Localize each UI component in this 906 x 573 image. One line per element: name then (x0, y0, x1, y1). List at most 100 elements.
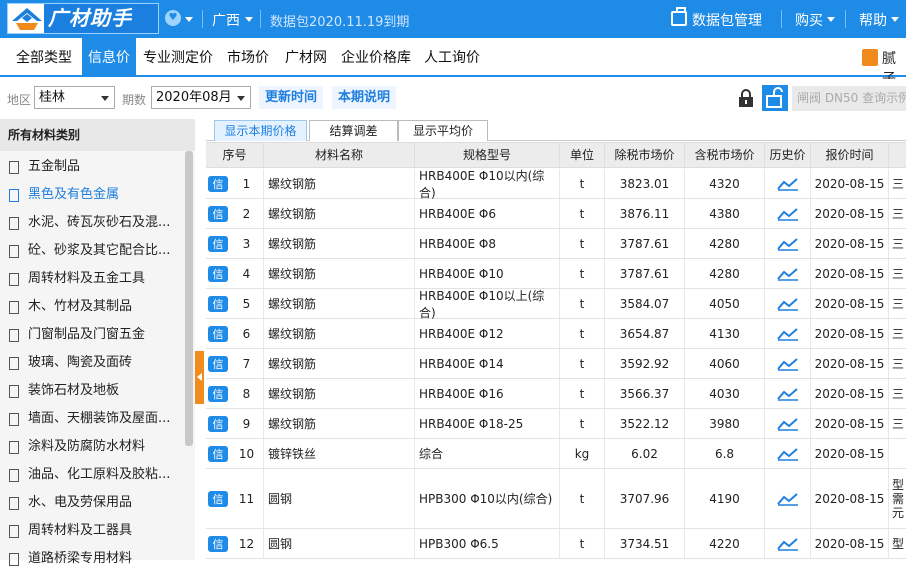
table-row[interactable]: 信 4 螺纹钢筋 HRB400E Φ10 t 3787.61 4280 2020-08-15 三 (206, 259, 906, 289)
sidebar-category-item[interactable]: 墙面、天棚装饰及屋面... (0, 405, 184, 433)
info-badge[interactable]: 信 (208, 235, 228, 252)
info-badge[interactable]: 信 (208, 175, 228, 192)
help-menu[interactable]: 帮助 (859, 10, 887, 30)
unlock-button[interactable] (762, 85, 788, 111)
history-price-button[interactable] (765, 379, 811, 408)
history-price-button[interactable] (765, 349, 811, 378)
period-value: 2020年08月 (156, 90, 232, 105)
info-badge[interactable]: 信 (208, 385, 228, 402)
region-selector[interactable]: 广西 (212, 10, 240, 30)
history-price-button[interactable] (765, 529, 811, 558)
info-badge[interactable]: 信 (208, 535, 228, 552)
buy-chevron-down-icon[interactable] (827, 17, 835, 22)
info-badge[interactable]: 信 (208, 490, 228, 507)
area-label: 地区 (7, 93, 32, 107)
table-row[interactable]: 信 3 螺纹钢筋 HRB400E Φ8 t 3787.61 4280 2020-08-15 三 (206, 229, 906, 259)
sidebar-scrollbar[interactable] (185, 151, 193, 446)
package-management-button[interactable]: 数据包管理 (692, 10, 762, 30)
help-chevron-down-icon[interactable] (891, 17, 899, 22)
history-price-button[interactable] (765, 289, 811, 318)
cell-unit: t (560, 379, 605, 408)
sidebar-category-item[interactable]: 周转材料及工器具 (0, 517, 184, 545)
search-input[interactable]: 闸阀 DN50 查询示例 (792, 86, 906, 111)
briefcase-icon[interactable] (671, 7, 687, 26)
cell-pre-tax-price: 3522.12 (605, 409, 685, 438)
history-price-button[interactable] (765, 229, 811, 258)
sidebar-category-item[interactable]: 门窗制品及门窗五金 (0, 321, 184, 349)
history-price-button[interactable] (765, 169, 811, 198)
tab-average-price[interactable]: 显示平均价 (398, 120, 488, 141)
cell-no: 3 (230, 229, 264, 258)
history-price-button[interactable] (765, 199, 811, 228)
col-history[interactable]: 历史价 (765, 143, 811, 167)
col-name[interactable]: 材料名称 (264, 143, 415, 167)
table-row[interactable]: 信 7 螺纹钢筋 HRB400E Φ14 t 3592.92 4060 2020-08-15 三 (206, 349, 906, 379)
col-no[interactable]: 序号 (206, 143, 264, 167)
table-row[interactable]: 信 11 圆钢 HPB300 Φ10以内(综合) t 3707.96 4190 2020-08… (206, 469, 906, 529)
table-row[interactable]: 信 9 螺纹钢筋 HRB400E Φ18-25 t 3522.12 3980 2020-08-… (206, 409, 906, 439)
history-price-button[interactable] (765, 319, 811, 348)
table-row[interactable]: 信 2 螺纹钢筋 HRB400E Φ6 t 3876.11 4380 2020-08-15 三 (206, 199, 906, 229)
sidebar-category-item[interactable]: 水、电及劳保用品 (0, 489, 184, 517)
nav-manual-inquiry[interactable]: 人工询价 (419, 38, 485, 77)
tab-settlement-adjust[interactable]: 结算调差 (309, 120, 398, 141)
trend-chart-icon (776, 177, 798, 191)
table-row[interactable]: 信 8 螺纹钢筋 HRB400E Φ16 t 3566.37 4030 2020-08-15 三 (206, 379, 906, 409)
region-chevron-down-icon[interactable] (245, 17, 253, 22)
nav-market-price[interactable]: 市场价 (222, 38, 274, 77)
nav-professional-price[interactable]: 专业测定价 (138, 38, 218, 77)
info-badge[interactable]: 信 (208, 295, 228, 312)
lock-icon[interactable] (738, 88, 754, 108)
sidebar-category-item[interactable]: 五金制品 (0, 153, 184, 181)
info-badge[interactable]: 信 (208, 325, 228, 342)
col-quote-time[interactable]: 报价时间 (811, 143, 889, 167)
document-icon (9, 328, 19, 342)
sidebar-category-item[interactable]: 黑色及有色金属 (0, 181, 184, 209)
update-time-button[interactable]: 更新时间 (259, 86, 324, 109)
history-price-button[interactable] (765, 409, 811, 438)
sidebar-category-item[interactable]: 木、竹材及其制品 (0, 293, 184, 321)
collapse-sidebar-button[interactable] (195, 351, 204, 404)
area-select[interactable]: 桂林 (34, 86, 115, 109)
period-note-button[interactable]: 本期说明 (332, 86, 397, 109)
sidebar-category-item[interactable]: 周转材料及五金工具 (0, 265, 184, 293)
favorite-heart-icon[interactable]: ♥ (165, 10, 181, 26)
table-row[interactable]: 信 10 镀锌铁丝 综合 kg 6.02 6.8 2020-08-15 (206, 439, 906, 469)
history-price-button[interactable] (765, 439, 811, 468)
info-badge[interactable]: 信 (208, 205, 228, 222)
history-price-button[interactable] (765, 259, 811, 288)
nav-all-types[interactable]: 全部类型 (8, 38, 80, 77)
nav-gcw[interactable]: 广材网 (280, 38, 332, 77)
sidebar-category-label: 玻璃、陶瓷及面砖 (28, 355, 133, 370)
col-pre-tax-price[interactable]: 除税市场价 (605, 143, 685, 167)
table-row[interactable]: 信 12 圆钢 HPB300 Φ6.5 t 3734.51 4220 2020-08-15 型 (206, 529, 906, 559)
period-select[interactable]: 2020年08月 (151, 86, 251, 109)
info-badge[interactable]: 信 (208, 265, 228, 282)
logo-mark-icon (12, 8, 42, 30)
chevron-down-icon[interactable] (185, 17, 193, 22)
history-price-button[interactable] (765, 469, 811, 528)
sidebar-category-item[interactable]: 砼、砂浆及其它配合比... (0, 237, 184, 265)
sidebar-category-item[interactable]: 道路桥梁专用材料 (0, 545, 184, 573)
sidebar-category-item[interactable]: 装饰石材及地板 (0, 377, 184, 405)
buy-menu[interactable]: 购买 (795, 10, 823, 30)
sidebar-category-item[interactable]: 涂料及防腐防水材料 (0, 433, 184, 461)
col-with-tax-price[interactable]: 含税市场价 (685, 143, 765, 167)
nav-info-price[interactable]: 信息价 (82, 38, 136, 77)
sidebar-category-item[interactable]: 玻璃、陶瓷及面砖 (0, 349, 184, 377)
col-spec[interactable]: 规格型号 (415, 143, 560, 167)
sidebar-category-item[interactable]: 油品、化工原料及胶粘... (0, 461, 184, 489)
book-icon[interactable] (862, 49, 878, 66)
info-badge[interactable]: 信 (208, 445, 228, 462)
cell-with-tax-price: 3980 (685, 409, 765, 438)
col-unit[interactable]: 单位 (560, 143, 605, 167)
nav-enterprise-price-lib[interactable]: 企业价格库 (336, 38, 416, 77)
info-badge[interactable]: 信 (208, 355, 228, 372)
table-row[interactable]: 信 5 螺纹钢筋 HRB400E Φ10以上(综合) t 3584.07 4050 2020-… (206, 289, 906, 320)
tab-current-price[interactable]: 显示本期价格 (214, 120, 307, 141)
table-row[interactable]: 信 6 螺纹钢筋 HRB400E Φ12 t 3654.87 4130 2020-08-15 三 (206, 319, 906, 349)
sidebar-category-item[interactable]: 水泥、砖瓦灰砂石及混... (0, 209, 184, 237)
table-row[interactable]: 信 1 螺纹钢筋 HRB400E Φ10以内(综合) t 3823.01 4320 2020-… (206, 169, 906, 200)
divider (781, 10, 782, 28)
info-badge[interactable]: 信 (208, 415, 228, 432)
